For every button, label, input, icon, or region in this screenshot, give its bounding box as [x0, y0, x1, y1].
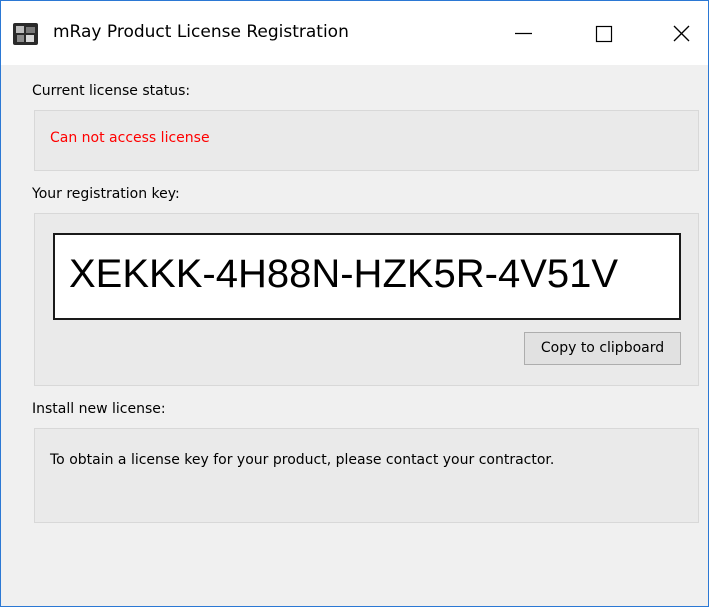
- maximize-icon: [595, 25, 613, 43]
- copy-to-clipboard-button[interactable]: Copy to clipboard: [524, 332, 681, 365]
- registration-key-label: Your registration key:: [32, 186, 180, 202]
- app-icon[interactable]: [13, 23, 38, 45]
- registration-key-field[interactable]: XEKKK-4H88N-HZK5R-4V51V: [53, 233, 681, 320]
- minimize-icon: [515, 32, 532, 35]
- install-license-group: To obtain a license key for your product…: [34, 428, 699, 523]
- close-button[interactable]: [651, 1, 709, 65]
- license-status-label: Current license status:: [32, 83, 191, 99]
- license-status-group: Can not access license: [34, 110, 699, 171]
- title-bar[interactable]: mRay Product License Registration: [1, 1, 708, 65]
- license-status-value: Can not access license: [50, 130, 210, 146]
- close-icon: [673, 25, 690, 42]
- maximize-button[interactable]: [573, 1, 633, 65]
- license-registration-window: mRay Product License Registration Curren…: [0, 0, 709, 607]
- registration-key-group: XEKKK-4H88N-HZK5R-4V51V Copy to clipboar…: [34, 213, 699, 386]
- minimize-button[interactable]: [493, 1, 553, 65]
- install-license-label: Install new license:: [32, 401, 166, 417]
- install-license-info: To obtain a license key for your product…: [50, 452, 555, 468]
- registration-key-value[interactable]: XEKKK-4H88N-HZK5R-4V51V: [69, 252, 618, 297]
- window-title: mRay Product License Registration: [53, 22, 349, 42]
